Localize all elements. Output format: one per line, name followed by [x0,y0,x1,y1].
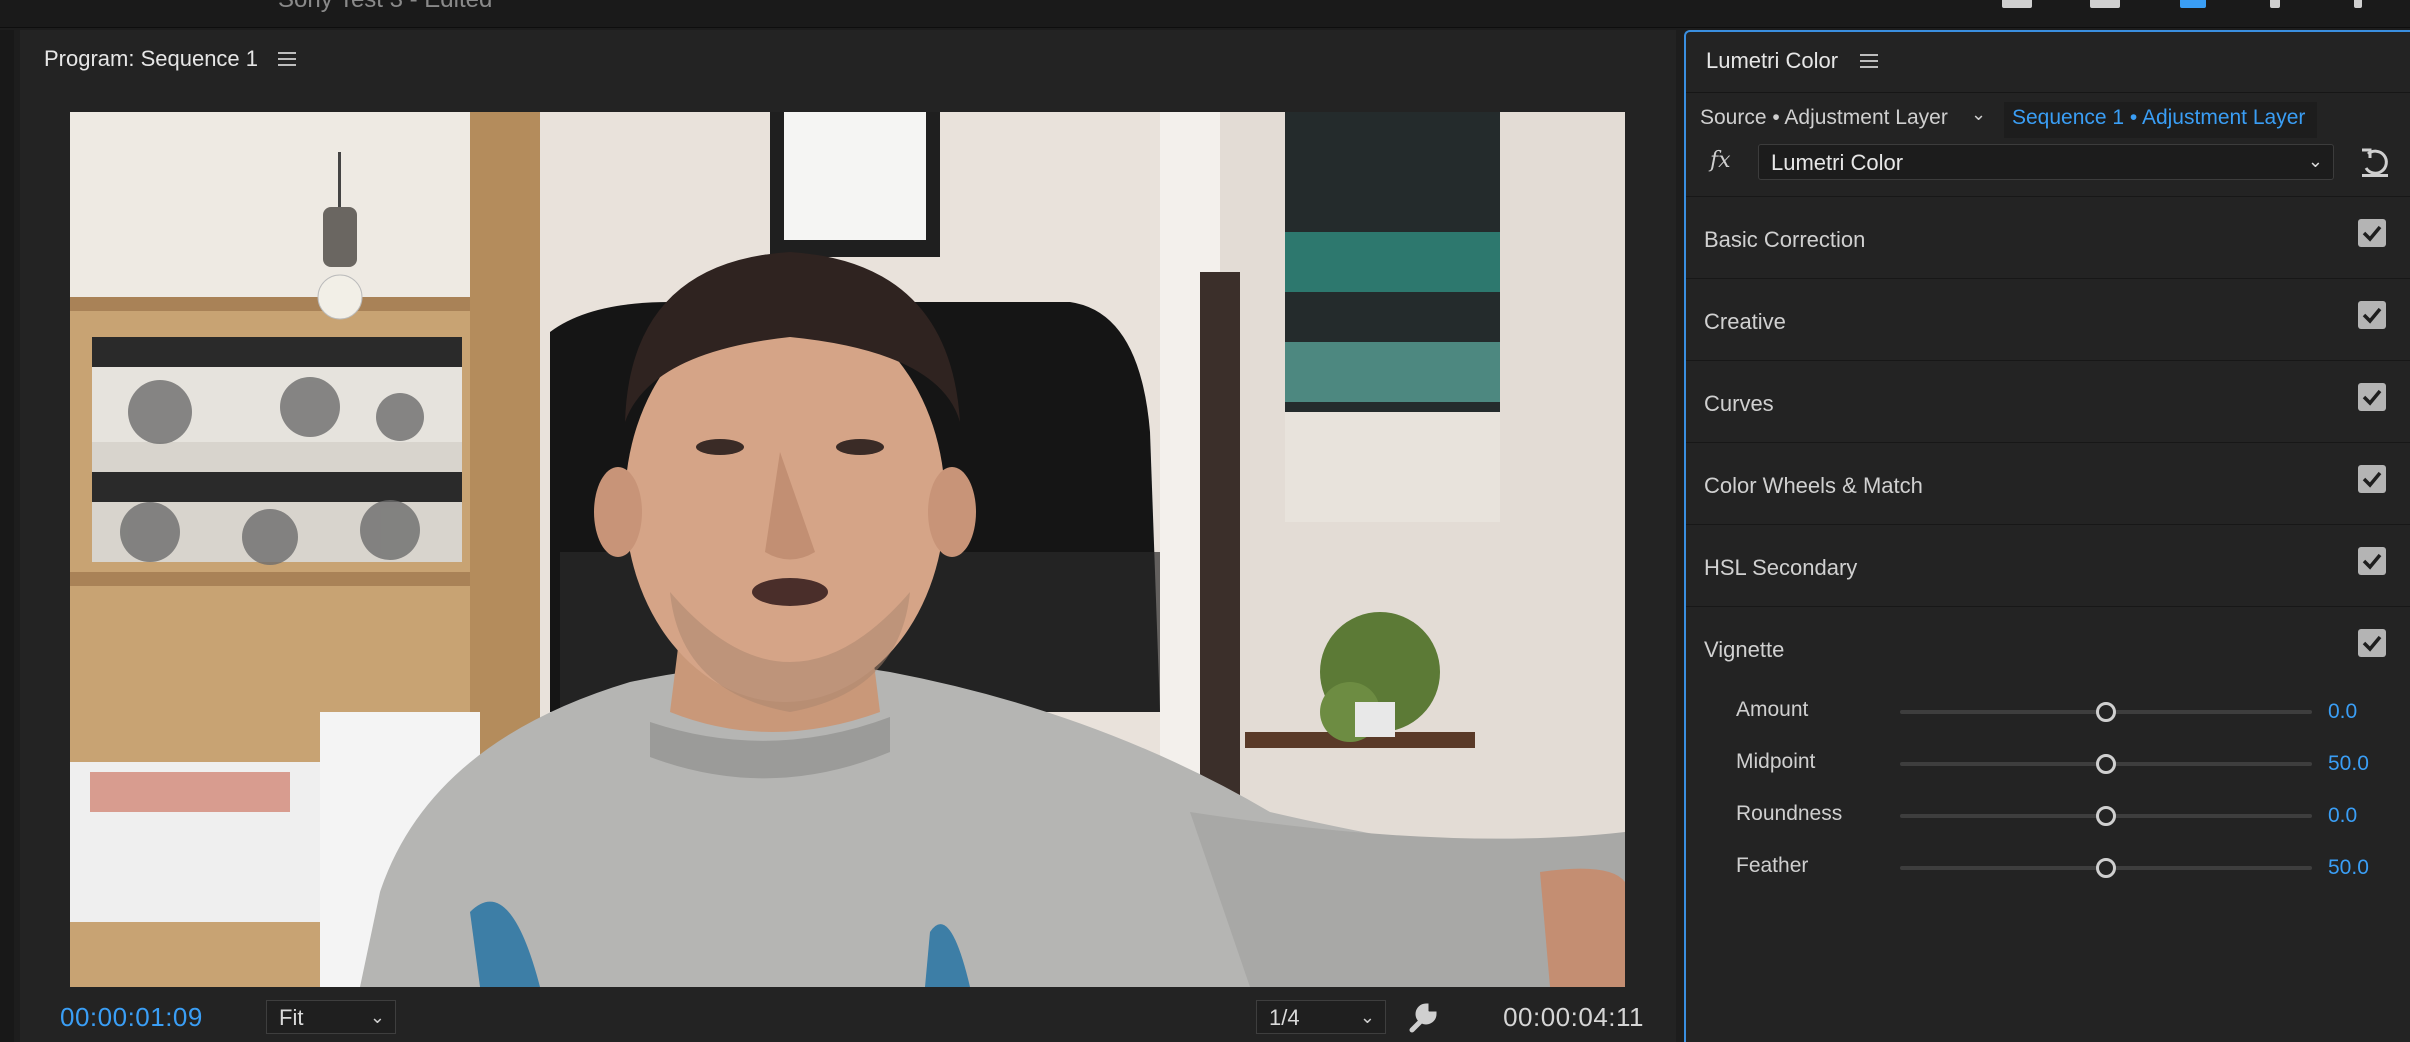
chevron-down-icon[interactable]: ⌄ [1971,104,1986,125]
app-title: Sony Test 3 - Edited [278,0,492,14]
section-basic-correction[interactable]: Basic Correction [1686,196,2410,278]
section-label: HSL Secondary [1704,555,1858,580]
toolbar-icon-3[interactable] [2180,0,2206,8]
slider-thumb[interactable] [2096,754,2116,774]
checkbox-checked-icon[interactable] [2358,465,2386,493]
lumetri-header: Lumetri Color [1706,46,1879,76]
slider-feather: Feather 50.0 [1686,844,2410,896]
slider-track[interactable] [1900,702,2312,722]
program-monitor-title[interactable]: Program: Sequence 1 [44,46,258,72]
section-color-wheels-match[interactable]: Color Wheels & Match [1686,442,2410,524]
slider-label: Amount [1736,698,1809,721]
slider-value[interactable]: 50.0 [2328,752,2369,776]
lumetri-title[interactable]: Lumetri Color [1706,48,1838,74]
chevron-down-icon: ⌄ [369,1007,385,1027]
section-label: Basic Correction [1704,227,1866,252]
checkbox-checked-icon[interactable] [2358,219,2386,247]
playback-resolution-select[interactable]: 1/4 ⌄ [1256,1000,1386,1034]
checkbox-checked-icon[interactable] [2358,383,2386,411]
checkbox-checked-icon[interactable] [2358,629,2386,657]
slider-thumb[interactable] [2096,702,2116,722]
app-title-bar: Sony Test 3 - Edited [0,0,2410,28]
toolbar-icon-1[interactable] [2002,0,2032,8]
slider-track[interactable] [1900,858,2312,878]
toolbar-icon-5[interactable] [2354,0,2362,8]
slider-value[interactable]: 50.0 [2328,856,2369,880]
hamburger-menu-icon[interactable] [1860,54,1879,68]
lumetri-color-panel: Lumetri Color Source • Adjustment Layer … [1684,30,2410,1042]
zoom-level-select[interactable]: Fit ⌄ [266,1000,396,1034]
section-label: Creative [1704,309,1786,334]
section-curves[interactable]: Curves [1686,360,2410,442]
wrench-icon[interactable] [1406,1000,1440,1034]
tab-source-adjustment-layer[interactable]: Source • Adjustment Layer [1700,106,1948,130]
effect-select-value: Lumetri Color [1771,150,1904,175]
tab-sequence-adjustment-layer[interactable]: Sequence 1 • Adjustment Layer [2004,102,2318,138]
slider-midpoint: Midpoint 50.0 [1686,740,2410,792]
slider-value[interactable]: 0.0 [2328,804,2357,828]
video-frame[interactable] [70,112,1625,987]
toolbar-icon-4[interactable] [2270,0,2280,8]
slider-roundness: Roundness 0.0 [1686,792,2410,844]
fx-icon[interactable]: fx [1710,148,1731,173]
chevron-down-icon: ⌄ [1359,1007,1375,1027]
section-label: Curves [1704,391,1774,416]
effect-row: fx Lumetri Color ⌄ [1686,140,2410,190]
video-frame-image [70,112,1625,987]
slider-label: Roundness [1736,802,1843,825]
section-label: Color Wheels & Match [1704,473,1923,498]
slider-label: Midpoint [1736,750,1816,773]
slider-track[interactable] [1900,754,2312,774]
section-vignette[interactable]: Vignette [1686,606,2410,688]
effect-select[interactable]: Lumetri Color ⌄ [1758,144,2334,180]
section-hsl-secondary[interactable]: HSL Secondary [1686,524,2410,606]
slider-track[interactable] [1900,806,2312,826]
chevron-down-icon: ⌄ [2307,151,2323,171]
program-monitor-header: Program: Sequence 1 [44,44,297,74]
slider-label: Feather [1736,854,1809,877]
left-panel-edge [0,30,14,1042]
section-creative[interactable]: Creative [1686,278,2410,360]
duration-timecode: 00:00:04:11 [1503,1002,1644,1032]
slider-thumb[interactable] [2096,858,2116,878]
hamburger-menu-icon[interactable] [278,52,297,66]
current-timecode[interactable]: 00:00:01:09 [60,1002,203,1033]
section-label: Vignette [1704,637,1785,662]
slider-amount: Amount 0.0 [1686,688,2410,740]
reset-icon[interactable] [2358,146,2392,178]
toolbar-icon-2[interactable] [2090,0,2120,8]
divider [1686,92,2410,93]
checkbox-checked-icon[interactable] [2358,301,2386,329]
zoom-level-value: Fit [279,1005,304,1030]
program-monitor-panel: Program: Sequence 1 00:00:01:09 Fit ⌄ 1/… [20,30,1676,1042]
checkbox-checked-icon[interactable] [2358,547,2386,575]
slider-value[interactable]: 0.0 [2328,700,2357,724]
playback-resolution-value: 1/4 [1269,1005,1300,1030]
program-monitor-controls: 00:00:01:09 Fit ⌄ 1/4 ⌄ 00:00:04:11 [20,990,1676,1042]
slider-thumb[interactable] [2096,806,2116,826]
